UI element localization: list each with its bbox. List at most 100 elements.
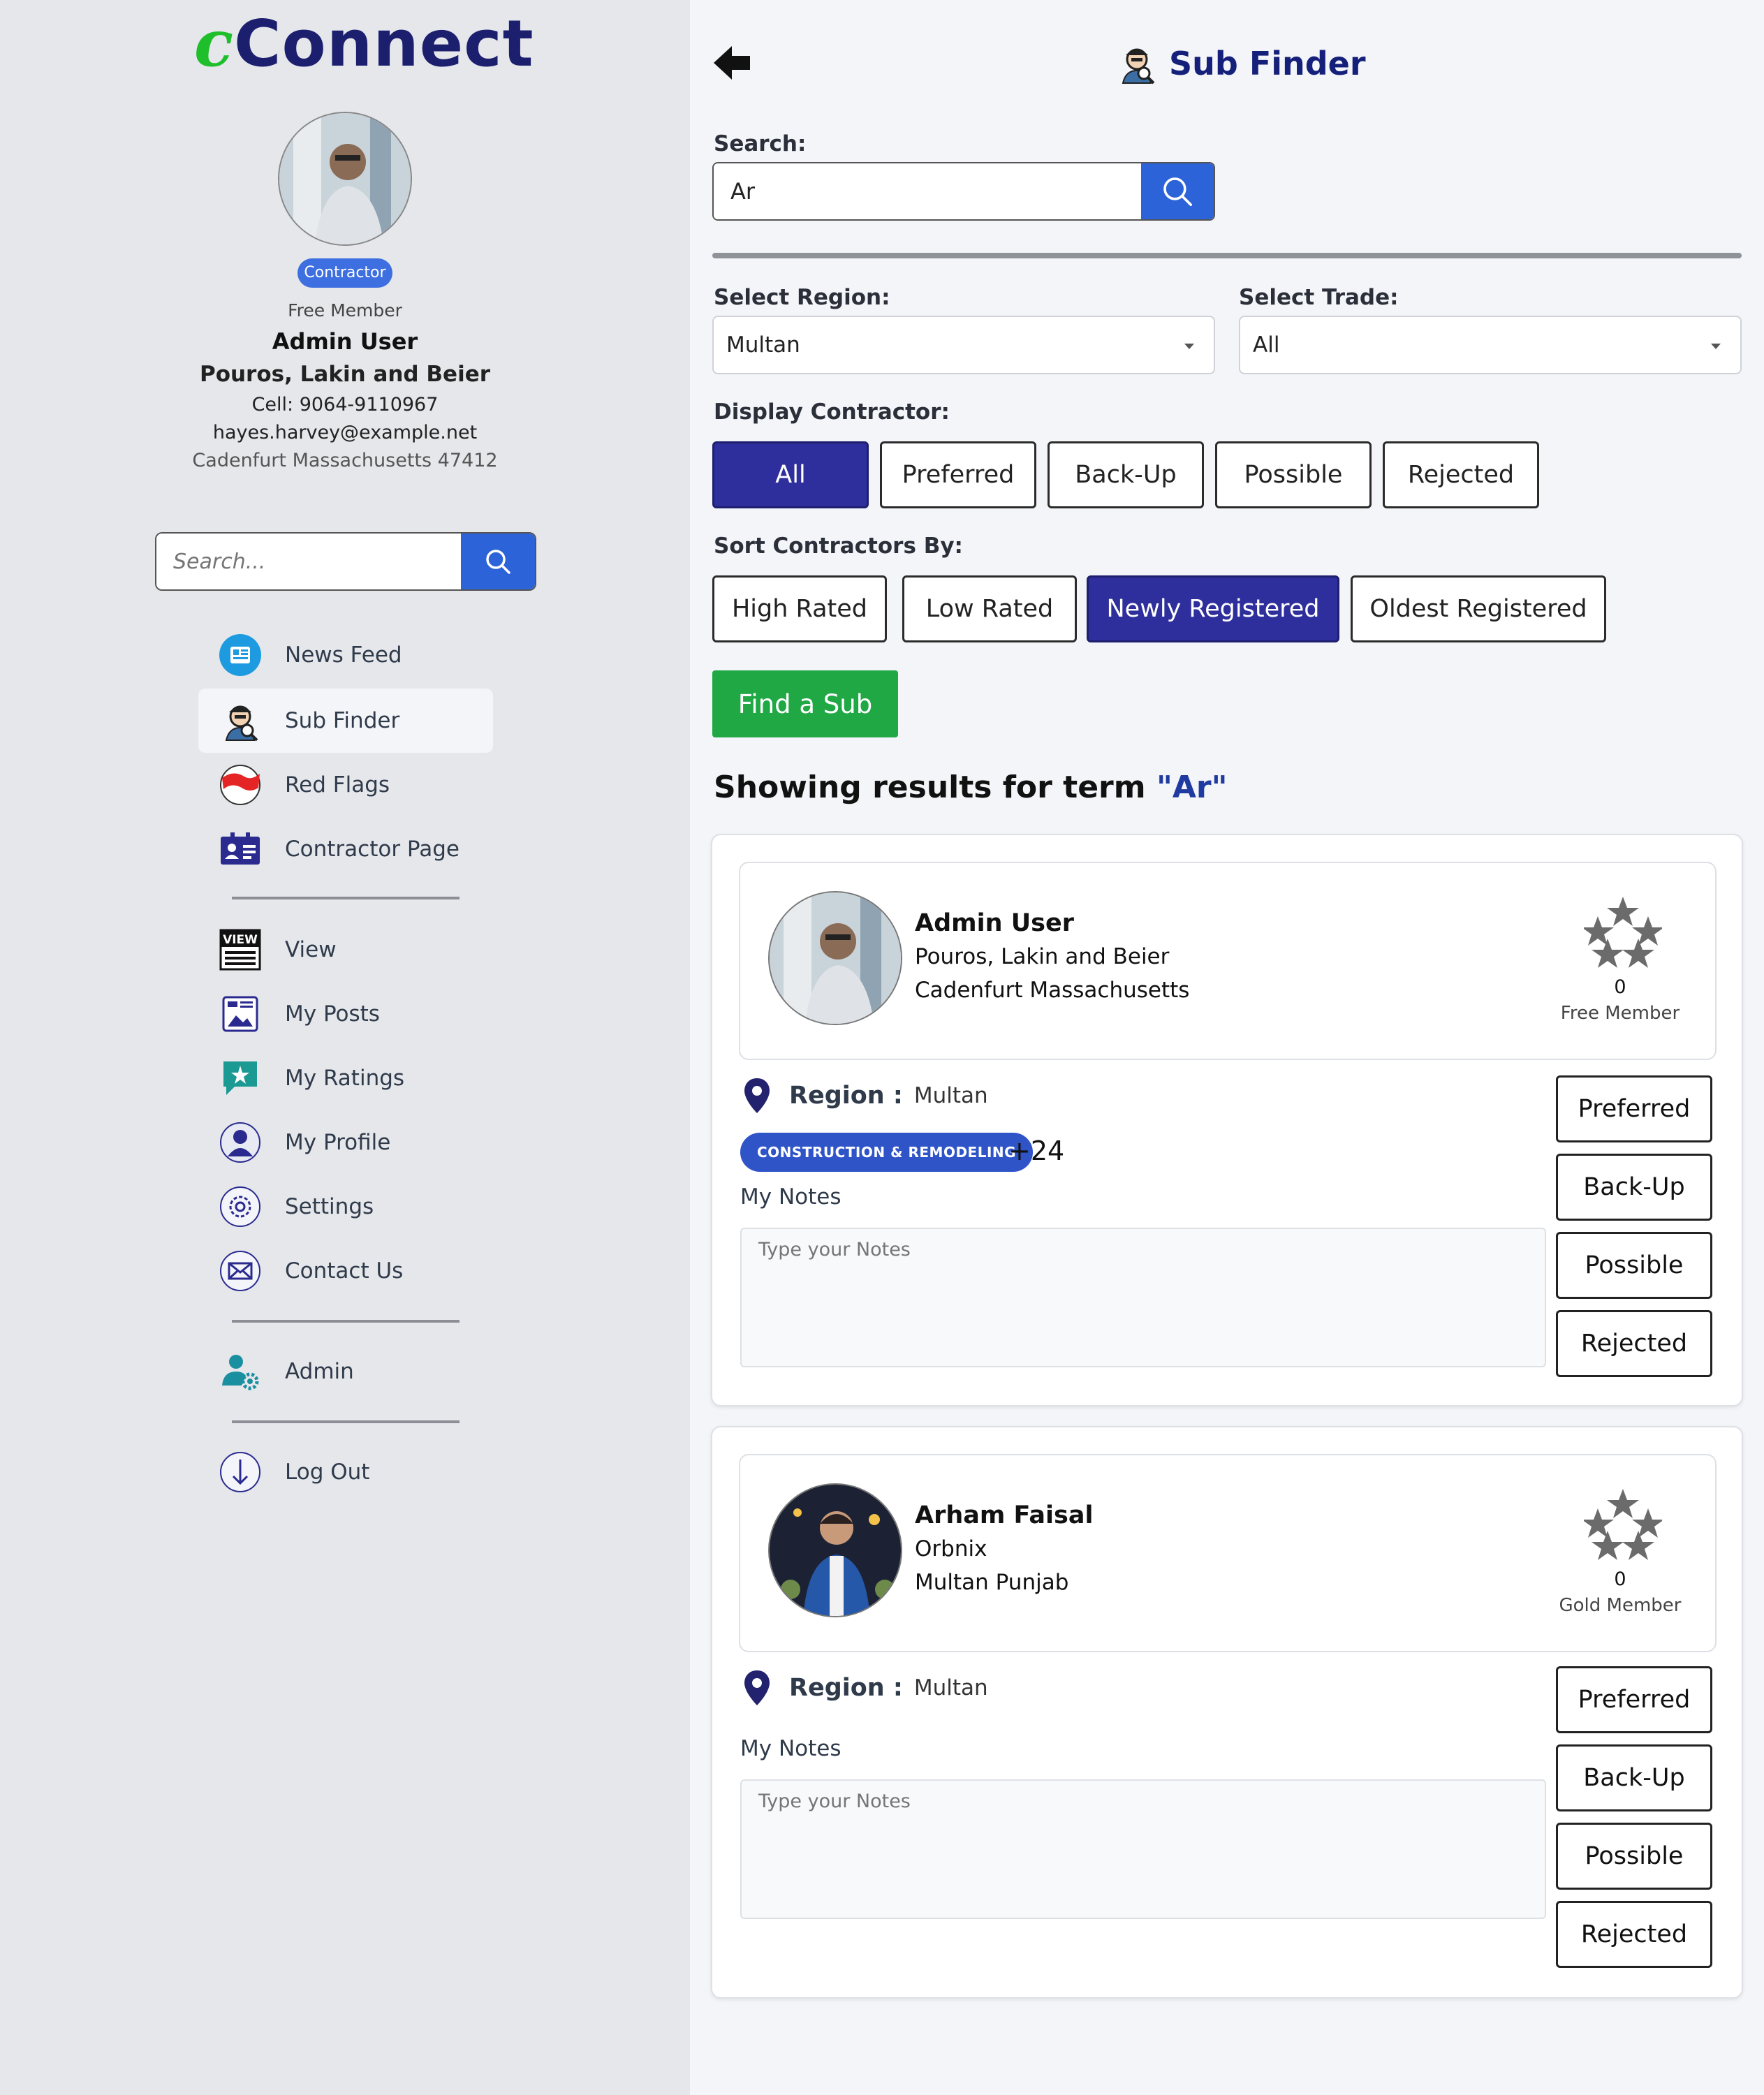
sort-oldest-registered-button[interactable]: Oldest Registered: [1351, 575, 1606, 642]
trade-badge: CONSTRUCTION & REMODELING: [740, 1133, 1034, 1172]
sidebar-item-label: Log Out: [285, 1460, 370, 1485]
membership-tier: Gold Member: [1559, 1595, 1682, 1616]
membership-tier: Free Member: [1560, 1003, 1680, 1024]
sidebar-search-button[interactable]: [461, 534, 535, 589]
contractor-card-icon: [221, 832, 260, 865]
search-label: Search:: [714, 131, 807, 156]
contractor-card: Admin User Pouros, Lakin and Beier Caden…: [711, 834, 1743, 1406]
sidebar-item-log-out[interactable]: Log Out: [198, 1440, 493, 1504]
region-select-value: Multan: [726, 332, 800, 358]
mark-possible-button[interactable]: Possible: [1556, 1232, 1712, 1299]
rating-count: 0: [1614, 1568, 1626, 1590]
sidebar-item-view[interactable]: VIEW View: [198, 918, 493, 982]
display-rejected-button[interactable]: Rejected: [1383, 441, 1539, 508]
display-backup-button[interactable]: Back-Up: [1048, 441, 1204, 508]
membership-label: Free Member: [288, 300, 402, 321]
posts-icon: [222, 996, 258, 1032]
sidebar-item-contact-us[interactable]: Contact Us: [198, 1239, 493, 1303]
contractor-name: Admin User: [915, 909, 1074, 937]
mark-rejected-button[interactable]: Rejected: [1556, 1310, 1712, 1377]
region-value: Multan: [913, 1675, 988, 1700]
mark-preferred-button[interactable]: Preferred: [1556, 1075, 1712, 1142]
mark-possible-button[interactable]: Possible: [1556, 1823, 1712, 1890]
profile-icon: [220, 1122, 260, 1163]
sub-finder-icon: [1122, 48, 1155, 84]
trade-select[interactable]: All: [1239, 316, 1742, 374]
display-all-button[interactable]: All: [712, 441, 869, 508]
contractor-location: Multan Punjab: [915, 1570, 1069, 1595]
sub-finder-icon: [225, 705, 258, 742]
contractor-company: Orbnix: [915, 1536, 987, 1561]
chevron-down-icon: [1184, 344, 1194, 349]
region-info: Region : Multan: [743, 1077, 988, 1115]
email: hayes.harvey@example.net: [212, 422, 478, 443]
sidebar-item-label: My Posts: [285, 1001, 380, 1027]
sort-high-rated-button[interactable]: High Rated: [712, 575, 887, 642]
notes-label: My Notes: [740, 1736, 841, 1761]
main-content: Sub Finder Search: Select Region: Multan…: [690, 0, 1764, 2095]
display-preferred-button[interactable]: Preferred: [880, 441, 1036, 508]
page-title-text: Sub Finder: [1169, 45, 1366, 82]
sort-newly-registered-button[interactable]: Newly Registered: [1087, 575, 1339, 642]
contractor-name: Arham Faisal: [915, 1501, 1094, 1529]
sidebar-item-sub-finder[interactable]: Sub Finder: [198, 689, 493, 753]
region-select[interactable]: Multan: [712, 316, 1215, 374]
back-button[interactable]: [711, 42, 753, 87]
contractor-profile[interactable]: Arham Faisal Orbnix Multan Punjab 0 Gold…: [739, 1454, 1717, 1652]
svg-text:VIEW: VIEW: [223, 933, 258, 947]
contractor-avatar: [768, 891, 902, 1025]
display-possible-button[interactable]: Possible: [1215, 441, 1372, 508]
region-info: Region : Multan: [743, 1669, 988, 1707]
trade-select-value: All: [1253, 332, 1280, 358]
back-arrow-icon: [714, 46, 750, 80]
find-sub-button[interactable]: Find a Sub: [712, 670, 898, 737]
mail-icon: [220, 1251, 260, 1291]
gear-icon: [220, 1186, 260, 1227]
notes-input[interactable]: [740, 1779, 1546, 1919]
chevron-down-icon: [1711, 344, 1721, 349]
sidebar-item-label: Sub Finder: [285, 708, 400, 733]
company-name: Pouros, Lakin and Beier: [199, 362, 491, 387]
rating-stars-icon: [1584, 1489, 1662, 1560]
mark-backup-button[interactable]: Back-Up: [1556, 1744, 1712, 1811]
sidebar-item-my-ratings[interactable]: My Ratings: [198, 1046, 493, 1110]
nav-divider: [232, 1420, 460, 1423]
region-label: Region :: [789, 1674, 903, 1702]
mark-rejected-button[interactable]: Rejected: [1556, 1901, 1712, 1968]
region-label: Select Region:: [714, 285, 890, 310]
rating-stars-icon: [1584, 897, 1662, 968]
role-badge: Contractor: [297, 258, 392, 288]
search-icon: [1163, 177, 1192, 206]
sidebar-search-input[interactable]: [156, 534, 462, 589]
search-button[interactable]: [1141, 163, 1214, 219]
sidebar-search: [155, 532, 536, 591]
user-avatar[interactable]: [278, 112, 412, 246]
mark-backup-button[interactable]: Back-Up: [1556, 1154, 1712, 1221]
search-input[interactable]: [714, 163, 1140, 219]
contractor-company: Pouros, Lakin and Beier: [915, 944, 1170, 969]
sort-label: Sort Contractors By:: [714, 534, 963, 559]
sidebar-item-admin[interactable]: Admin: [198, 1339, 493, 1404]
region-label: Region :: [789, 1082, 903, 1110]
app-logo[interactable]: cConnect: [194, 6, 534, 81]
trade-more-count[interactable]: +24: [1008, 1135, 1064, 1166]
search-icon: [486, 550, 510, 574]
sort-low-rated-button[interactable]: Low Rated: [902, 575, 1077, 642]
sidebar-item-my-profile[interactable]: My Profile: [198, 1110, 493, 1175]
results-search-term: "Ar": [1156, 770, 1228, 805]
sidebar-item-contractor-page[interactable]: Contractor Page: [198, 817, 493, 881]
sidebar-item-news-feed[interactable]: News Feed: [198, 623, 493, 687]
sidebar-item-red-flags[interactable]: Red Flags: [198, 753, 493, 817]
view-icon: VIEW: [219, 929, 261, 971]
sidebar-item-settings[interactable]: Settings: [198, 1175, 493, 1239]
notes-input[interactable]: [740, 1228, 1546, 1367]
admin-icon: [222, 1355, 259, 1390]
sidebar-item-label: Admin: [285, 1359, 354, 1384]
rating-count: 0: [1614, 976, 1626, 998]
sidebar-item-my-posts[interactable]: My Posts: [198, 982, 493, 1046]
contractor-profile[interactable]: Admin User Pouros, Lakin and Beier Caden…: [739, 862, 1717, 1060]
user-name: Admin User: [272, 328, 418, 355]
sidebar-item-label: My Ratings: [285, 1066, 405, 1091]
mark-preferred-button[interactable]: Preferred: [1556, 1666, 1712, 1733]
contractor-card: Arham Faisal Orbnix Multan Punjab 0 Gold…: [711, 1426, 1743, 1999]
